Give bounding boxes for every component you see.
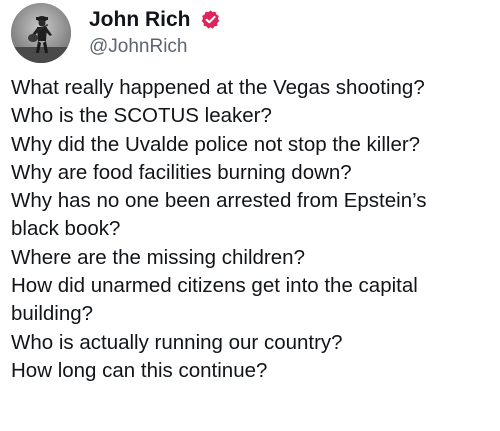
tweet-line: How did unarmed citizens get into the ca… xyxy=(11,274,418,298)
author-handle[interactable]: @JohnRich xyxy=(89,35,188,59)
author-display-name[interactable]: John Rich xyxy=(89,7,191,33)
tweet-line: Why are food facilities burning down? xyxy=(11,160,352,184)
tweet-line: Why did the Uvalde police not stop the k… xyxy=(11,132,421,156)
tweet-line: Who is the SCOTUS leaker? xyxy=(11,104,272,128)
author-name-row: John Rich xyxy=(89,7,221,33)
tweet-line: What really happened at the Vegas shooti… xyxy=(11,76,425,99)
tweet-line: How long can this continue? xyxy=(11,358,268,382)
profile-photo-icon xyxy=(11,3,71,63)
tweet-line: black book? xyxy=(11,217,121,241)
tweet-body: What really happened at the Vegas shooti… xyxy=(11,74,493,385)
tweet-header: John Rich @JohnRich xyxy=(11,3,491,63)
tweet-line: Who is actually running our country? xyxy=(11,330,343,354)
tweet-line: Where are the missing children? xyxy=(11,245,305,269)
tweet-line: building? xyxy=(11,302,94,326)
avatar[interactable] xyxy=(11,3,71,63)
tweet-line: Why has no one been arrested from Epstei… xyxy=(11,189,427,213)
verified-badge-icon xyxy=(200,9,221,30)
